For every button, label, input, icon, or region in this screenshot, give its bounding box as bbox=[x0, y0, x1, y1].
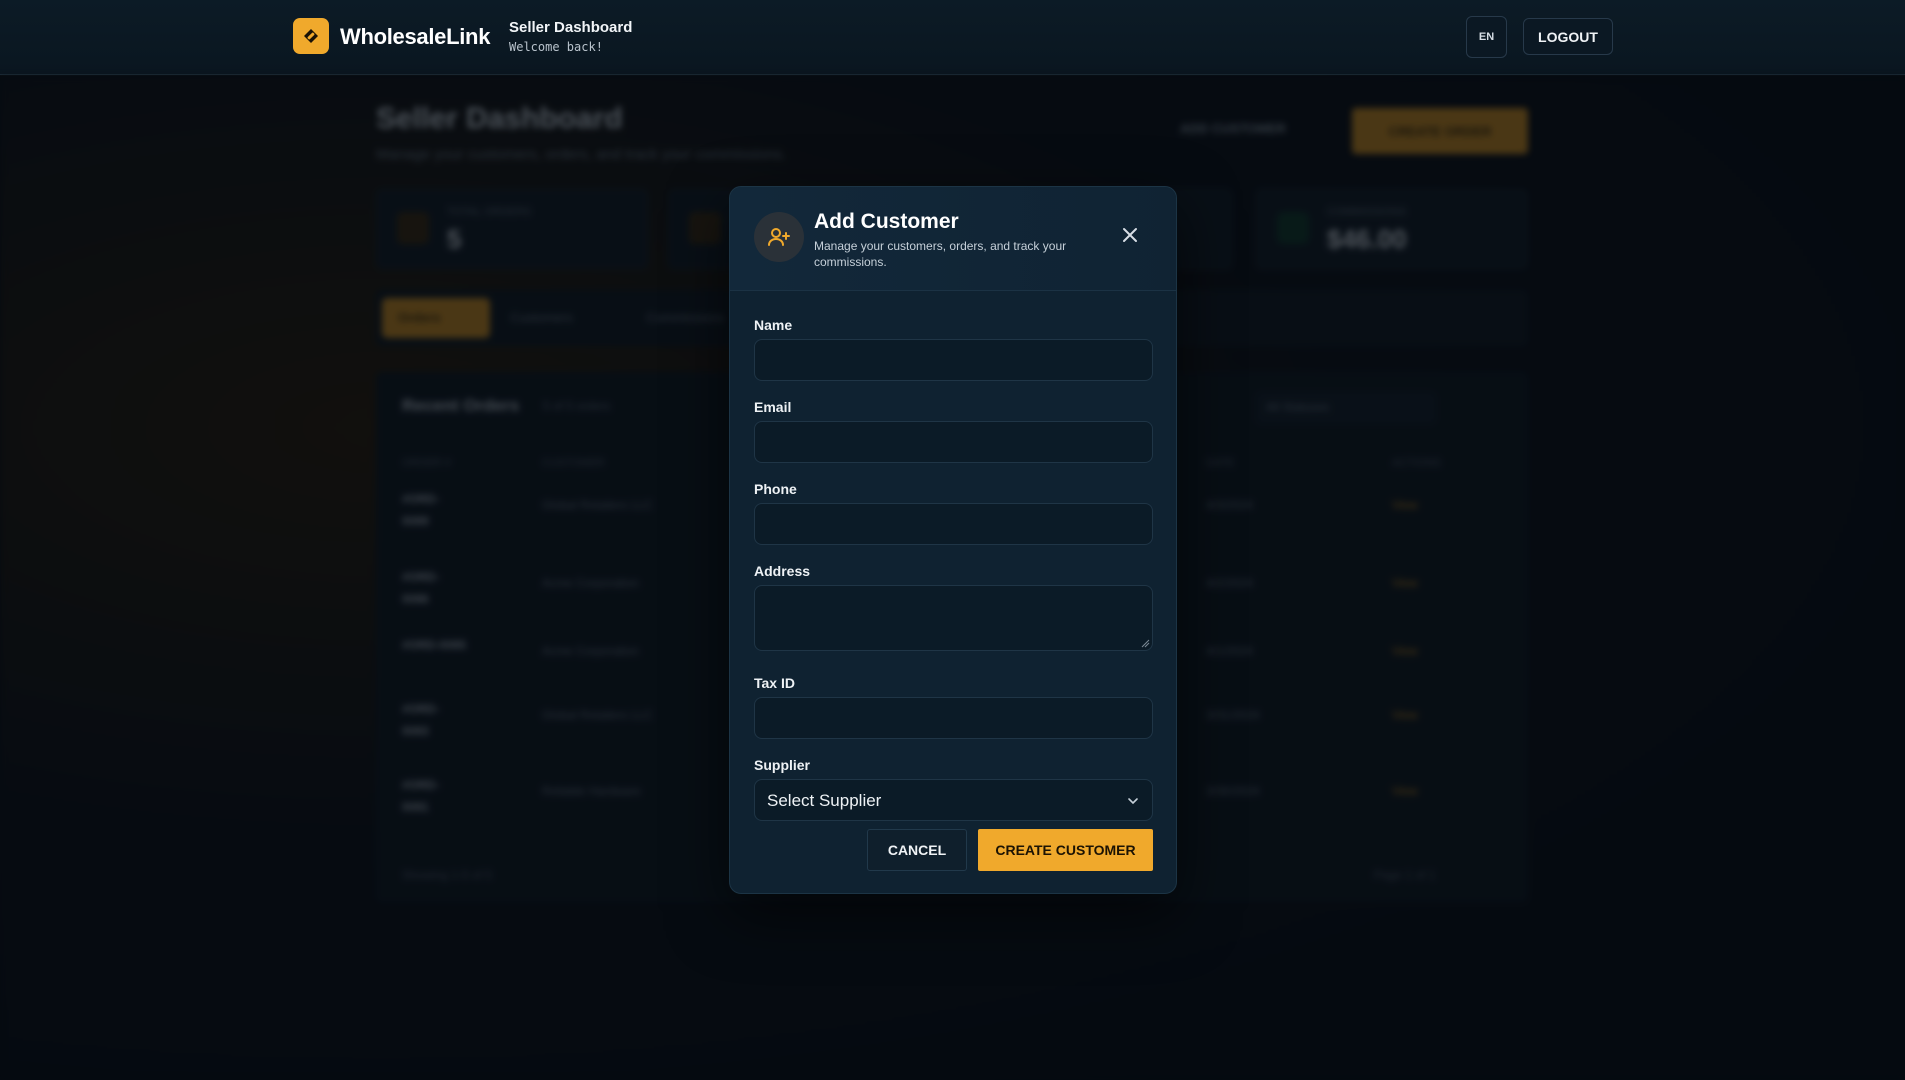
close-icon[interactable] bbox=[1118, 223, 1142, 247]
phone-input[interactable] bbox=[754, 503, 1153, 545]
welcome-text: Welcome back! bbox=[509, 40, 603, 54]
supplier-select-value: Select Supplier bbox=[767, 791, 882, 810]
address-label: Address bbox=[754, 563, 811, 579]
logout-button[interactable]: LOGOUT bbox=[1523, 18, 1613, 55]
resize-grip-icon bbox=[1141, 639, 1150, 648]
phone-label: Phone bbox=[754, 481, 797, 497]
email-label: Email bbox=[754, 399, 792, 415]
dialog-subtitle: Manage your customers, orders, and track… bbox=[814, 239, 1067, 269]
dialog-header: Add Customer Manage your customers, orde… bbox=[730, 187, 1176, 291]
name-label: Name bbox=[754, 317, 793, 333]
logo-icon bbox=[293, 18, 329, 54]
cancel-button[interactable]: CANCEL bbox=[867, 829, 967, 871]
email-input[interactable] bbox=[754, 421, 1153, 463]
name-input[interactable] bbox=[754, 339, 1153, 381]
supplier-label: Supplier bbox=[754, 757, 811, 773]
chevron-down-icon bbox=[1128, 798, 1138, 805]
tax-id-label: Tax ID bbox=[754, 675, 795, 691]
user-plus-icon bbox=[754, 212, 804, 262]
add-customer-dialog: Add Customer Manage your customers, orde… bbox=[729, 186, 1177, 894]
top-bar: WholesaleLink Seller Dashboard Welcome b… bbox=[0, 0, 1905, 75]
page-title: Seller Dashboard bbox=[509, 19, 633, 36]
brand-name: WholesaleLink bbox=[340, 24, 491, 49]
tax-id-input[interactable] bbox=[754, 697, 1153, 739]
dialog-title: Add Customer bbox=[814, 210, 959, 233]
address-textarea[interactable] bbox=[754, 585, 1153, 651]
language-button[interactable]: EN bbox=[1466, 16, 1507, 58]
supplier-select[interactable]: Select Supplier bbox=[754, 779, 1153, 821]
create-customer-button[interactable]: CREATE CUSTOMER bbox=[978, 829, 1153, 871]
